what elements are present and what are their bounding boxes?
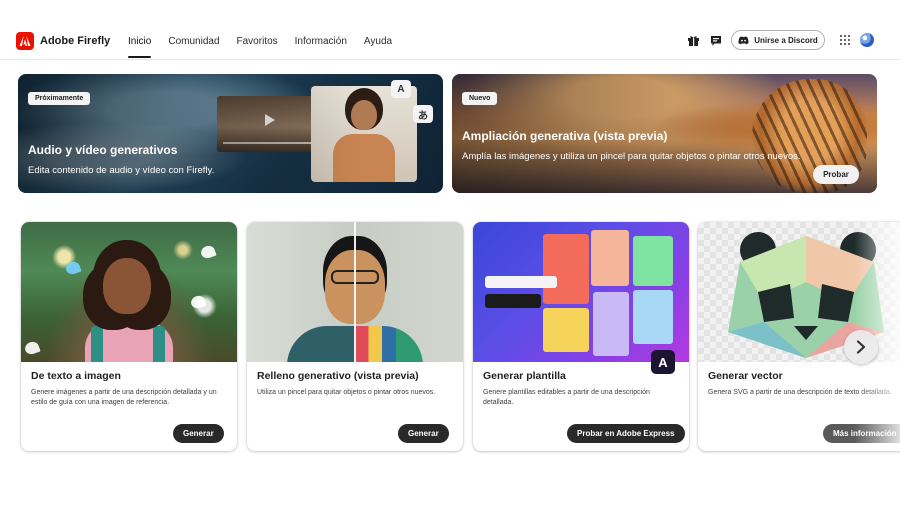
discord-icon [738, 36, 749, 44]
generate-button[interactable]: Generar [398, 424, 449, 443]
card-title: Relleno generativo (vista previa) [257, 370, 419, 382]
gift-icon[interactable] [687, 34, 701, 48]
top-header: Adobe Firefly Inicio Comunidad Favoritos… [0, 0, 900, 60]
butterfly-icon [23, 339, 41, 357]
banner-description: Amplía las imágenes y utiliza un pincel … [462, 151, 801, 162]
card-image-man-glasses [247, 222, 463, 362]
nav-item-favoritos[interactable]: Favoritos [237, 36, 278, 58]
brand[interactable]: Adobe Firefly [16, 32, 110, 50]
adobe-express-icon: A [651, 350, 675, 374]
card-description: Utiliza un pincel para quitar objetos o … [257, 389, 436, 396]
card-description: Genere imágenes a partir de una descripc… [31, 389, 217, 406]
card-generative-fill[interactable]: Relleno generativo (vista previa) Utiliz… [247, 222, 463, 451]
join-discord-button[interactable]: Unirse a Discord [731, 30, 825, 50]
banner-audio-video[interactable]: A あ Próximamente Audio y vídeo generativ… [18, 74, 443, 193]
card-generate-template[interactable]: A Generar plantilla Genere plantillas ed… [473, 222, 689, 451]
generate-button[interactable]: Generar [173, 424, 224, 443]
badge-coming-soon: Próximamente [28, 92, 91, 105]
card-image-girl-butterflies [21, 222, 237, 362]
butterfly-icon [189, 293, 207, 311]
card-image-templates [473, 222, 689, 362]
before-after-divider [354, 222, 356, 362]
banner-description: Edita contenido de audio y vídeo con Fir… [28, 165, 215, 176]
banner-title: Ampliación generativa (vista previa) [462, 129, 668, 143]
nav-item-comunidad[interactable]: Comunidad [168, 36, 219, 58]
carousel-next-button[interactable] [844, 330, 878, 364]
card-description: Genere plantillas editables a partir de … [483, 389, 650, 406]
card-title: Generar vector [708, 370, 783, 382]
apps-grid-icon[interactable] [840, 35, 850, 45]
main-nav: Inicio Comunidad Favoritos Información A… [128, 36, 409, 58]
feedback-icon[interactable] [710, 34, 724, 48]
adobe-logo-icon [16, 32, 34, 50]
banner-generative-expand[interactable]: Nuevo Ampliación generativa (vista previ… [452, 74, 877, 193]
card-text-to-image[interactable]: De texto a imagen Genere imágenes a part… [21, 222, 237, 451]
card-title: De texto a imagen [31, 370, 121, 382]
butterfly-icon [64, 259, 82, 277]
try-adobe-express-button[interactable]: Probar en Adobe Express [567, 424, 685, 443]
app-name: Adobe Firefly [40, 35, 111, 47]
badge-new: Nuevo [462, 92, 498, 105]
card-title: Generar plantilla [483, 370, 566, 382]
nav-item-inicio[interactable]: Inicio [128, 36, 152, 58]
chevron-right-icon [856, 340, 866, 354]
butterfly-icon [199, 243, 217, 261]
nav-item-ayuda[interactable]: Ayuda [364, 36, 392, 58]
banner-title: Audio y vídeo generativos [28, 143, 178, 157]
avatar[interactable] [860, 33, 874, 47]
nav-item-informacion[interactable]: Información [295, 36, 347, 58]
try-button[interactable]: Probar [813, 165, 859, 184]
discord-label: Unirse a Discord [754, 35, 818, 45]
